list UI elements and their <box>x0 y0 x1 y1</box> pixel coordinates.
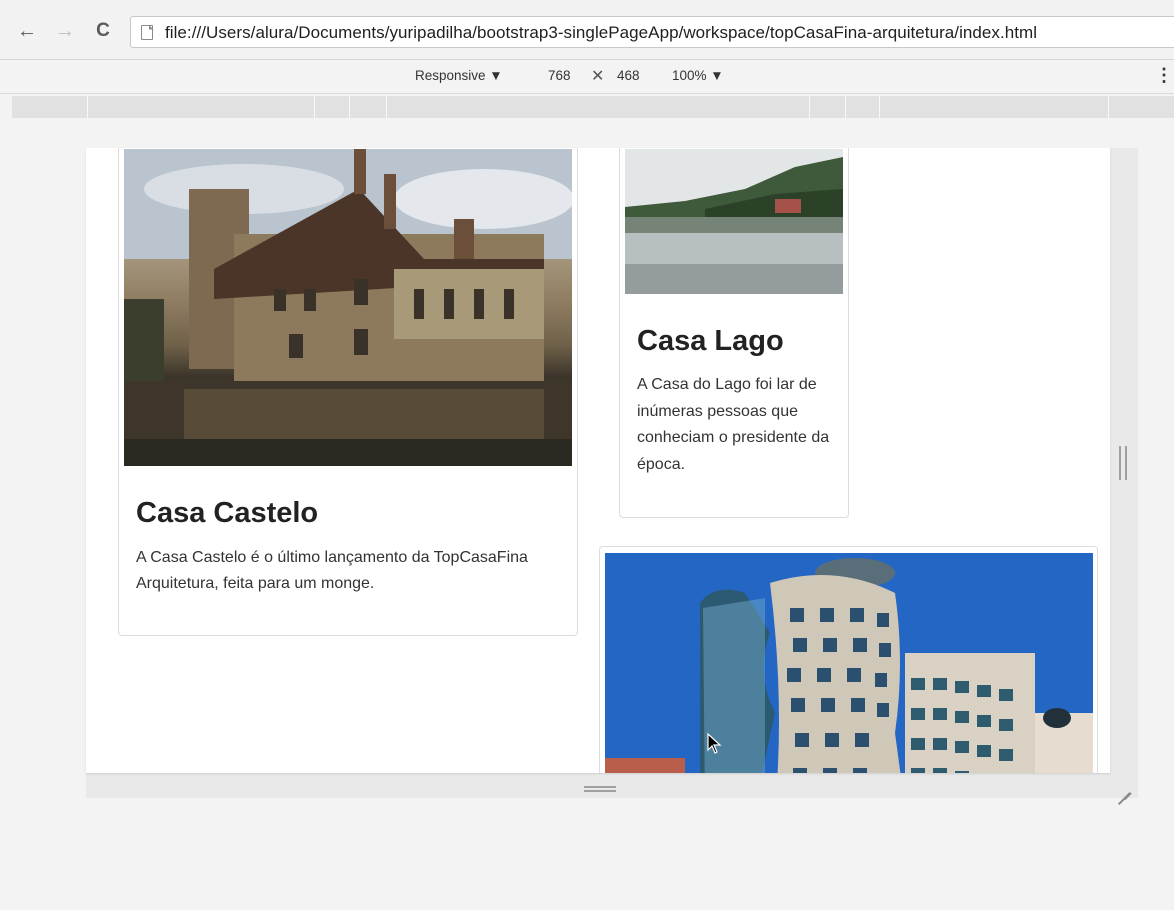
media-query-segment[interactable] <box>809 96 810 118</box>
media-query-segment[interactable] <box>1108 96 1109 118</box>
castle-photo <box>124 149 572 466</box>
resize-handle-corner-icon[interactable] <box>1116 780 1130 794</box>
media-query-segment[interactable] <box>845 96 846 118</box>
dimension-separator-icon: ✕ <box>591 68 605 85</box>
address-bar[interactable]: file:///Users/alura/Documents/yuripadilh… <box>130 16 1174 48</box>
building-photo <box>605 553 1093 773</box>
media-query-segment[interactable] <box>386 96 387 118</box>
media-query-bar[interactable] <box>12 96 1174 118</box>
card-casa-castelo[interactable]: Casa Castelo A Casa Castelo é o último l… <box>118 148 578 636</box>
lake-photo <box>625 149 843 294</box>
mouse-pointer-icon <box>707 733 722 754</box>
browser-toolbar: ← → C file:///Users/alura/Documents/yuri… <box>0 0 1174 60</box>
back-arrow-icon[interactable]: ← <box>14 18 40 44</box>
viewport-width-input[interactable]: 768 <box>548 68 571 83</box>
castle-illustration <box>124 149 572 466</box>
zoom-select[interactable]: 100% ▼ <box>672 68 724 83</box>
url-text: file:///Users/alura/Documents/yuripadilh… <box>165 23 1038 42</box>
card-dancing-house[interactable] <box>599 546 1098 773</box>
resize-handle-right[interactable] <box>1119 446 1127 480</box>
reload-icon[interactable]: C <box>90 18 116 44</box>
media-query-segment[interactable] <box>349 96 350 118</box>
device-toolbar: Responsive ▼ 768 ✕ 468 100% ▼ ⋮ <box>0 60 1174 94</box>
card-description: A Casa do Lago foi lar de inúmeras pesso… <box>637 376 830 473</box>
card-title: Casa Lago <box>637 325 784 357</box>
forward-arrow-icon[interactable]: → <box>52 18 78 44</box>
card-description: A Casa Castelo é o último lançamento da … <box>136 549 528 592</box>
card-title: Casa Castelo <box>136 497 319 529</box>
page-icon <box>141 25 153 40</box>
more-options-icon[interactable]: ⋮ <box>1155 65 1173 86</box>
device-mode-select[interactable]: Responsive ▼ <box>415 68 503 83</box>
media-query-segment[interactable] <box>314 96 315 118</box>
card-casa-lago[interactable]: Casa Lago A Casa do Lago foi lar de inúm… <box>619 148 849 518</box>
emulated-viewport: Casa Castelo A Casa Castelo é o último l… <box>86 148 1110 773</box>
dancing-house-illustration <box>605 553 1093 773</box>
media-query-segment[interactable] <box>879 96 880 118</box>
viewport-height-input[interactable]: 468 <box>617 68 640 83</box>
media-query-segment[interactable] <box>87 96 88 118</box>
resize-handle-bottom[interactable] <box>584 786 616 792</box>
lake-illustration <box>625 149 843 294</box>
